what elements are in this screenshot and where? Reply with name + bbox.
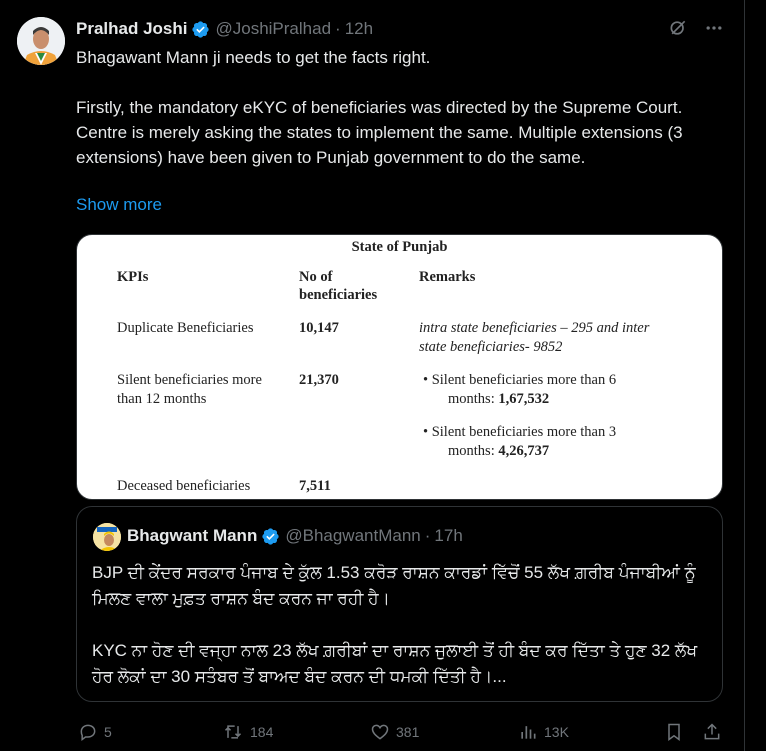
share-icon [702, 722, 722, 742]
verified-badge-icon [261, 527, 280, 546]
row-count: 10,147 [299, 320, 339, 336]
views-button[interactable]: 13K [518, 718, 569, 746]
quoted-author-name[interactable]: Bhagwant Mann [127, 526, 257, 546]
header-count: No of beneficiaries [299, 269, 378, 303]
grok-icon[interactable] [668, 18, 688, 43]
tweet-text: Bhagawant Mann ji needs to get the facts… [76, 45, 721, 170]
quoted-header: Bhagwant Mann @BhagwantMann · 17h [127, 526, 463, 546]
row-remark: intra state beneficiaries – 295 and inte… [419, 320, 650, 355]
like-button[interactable]: 381 [370, 718, 419, 746]
retweet-button[interactable]: 184 [222, 718, 273, 746]
share-button[interactable] [702, 718, 722, 746]
author-handle[interactable]: @JoshiPralhad [215, 19, 331, 39]
author-avatar[interactable] [17, 17, 65, 65]
quoted-text: BJP ਦੀ ਕੇਂਦਰ ਸਰਕਾਰ ਪੰਜਾਬ ਦੇ ਕੁੱਲ 1.53 ਕਰ… [92, 560, 712, 690]
show-more-link[interactable]: Show more [76, 195, 162, 215]
quoted-paragraph: KYC ਨਾ ਹੋਣ ਦੀ ਵਜ੍ਹਾ ਨਾਲ 23 ਲੱਖ ਗ਼ਰੀਬਾਂ ਦ… [92, 641, 698, 686]
table-title: State of Punjab [351, 239, 448, 255]
header-separator: · [424, 526, 431, 545]
verified-badge-icon [191, 20, 210, 39]
row-kpi: Silent beneficiaries more than 12 months [117, 372, 262, 407]
header-remarks: Remarks [419, 269, 476, 285]
quoted-tweet-time[interactable]: 17h [434, 526, 462, 546]
quoted-paragraph: BJP ਦੀ ਕੇਂਦਰ ਸਰਕਾਰ ਪੰਜਾਬ ਦੇ ਕੁੱਲ 1.53 ਕਰ… [92, 563, 696, 608]
more-icon[interactable] [704, 18, 724, 43]
quoted-author-avatar[interactable] [93, 523, 121, 551]
row-count: 7,511 [299, 478, 331, 494]
row-kpi: Duplicate Beneficiaries [117, 320, 254, 336]
reply-icon [78, 722, 98, 742]
tweet-paragraph: Firstly, the mandatory eKYC of beneficia… [76, 98, 683, 167]
tweet-paragraph: Bhagawant Mann ji needs to get the facts… [76, 48, 431, 67]
reply-button[interactable]: 5 [78, 718, 112, 746]
row-kpi: Deceased beneficiaries [117, 478, 251, 494]
quoted-author-handle[interactable]: @BhagwantMann [285, 526, 420, 546]
retweet-count: 184 [250, 724, 274, 740]
quoted-tweet[interactable]: Bhagwant Mann @BhagwantMann · 17h BJP ਦੀ… [76, 506, 723, 702]
remark-bullet: • Silent beneficiaries more than 6 month… [423, 372, 617, 407]
retweet-icon [222, 722, 244, 742]
action-bar: 5 184 381 13K [0, 718, 744, 746]
views-count: 13K [544, 724, 569, 740]
bookmark-button[interactable] [664, 718, 684, 746]
header-kpi: KPIs [117, 269, 149, 285]
header-actions [668, 18, 724, 43]
tweet-card[interactable]: Pralhad Joshi @JoshiPralhad · 12h Bhagaw… [0, 0, 744, 751]
remark-bullet: • Silent beneficiaries more than 3 month… [423, 424, 617, 459]
views-icon [518, 722, 538, 742]
timeline-divider [744, 0, 745, 751]
like-count: 381 [396, 724, 420, 740]
header-separator: · [335, 19, 341, 38]
row-count: 21,370 [299, 372, 339, 388]
tweet-header: Pralhad Joshi @JoshiPralhad · 12h [76, 18, 373, 40]
bookmark-icon [664, 722, 684, 742]
reply-count: 5 [104, 724, 112, 740]
attached-image[interactable]: State of Punjab KPIs No of beneficiaries… [76, 234, 723, 500]
like-icon [370, 722, 390, 742]
tweet-time[interactable]: 12h [345, 19, 373, 39]
author-name[interactable]: Pralhad Joshi [76, 19, 187, 39]
